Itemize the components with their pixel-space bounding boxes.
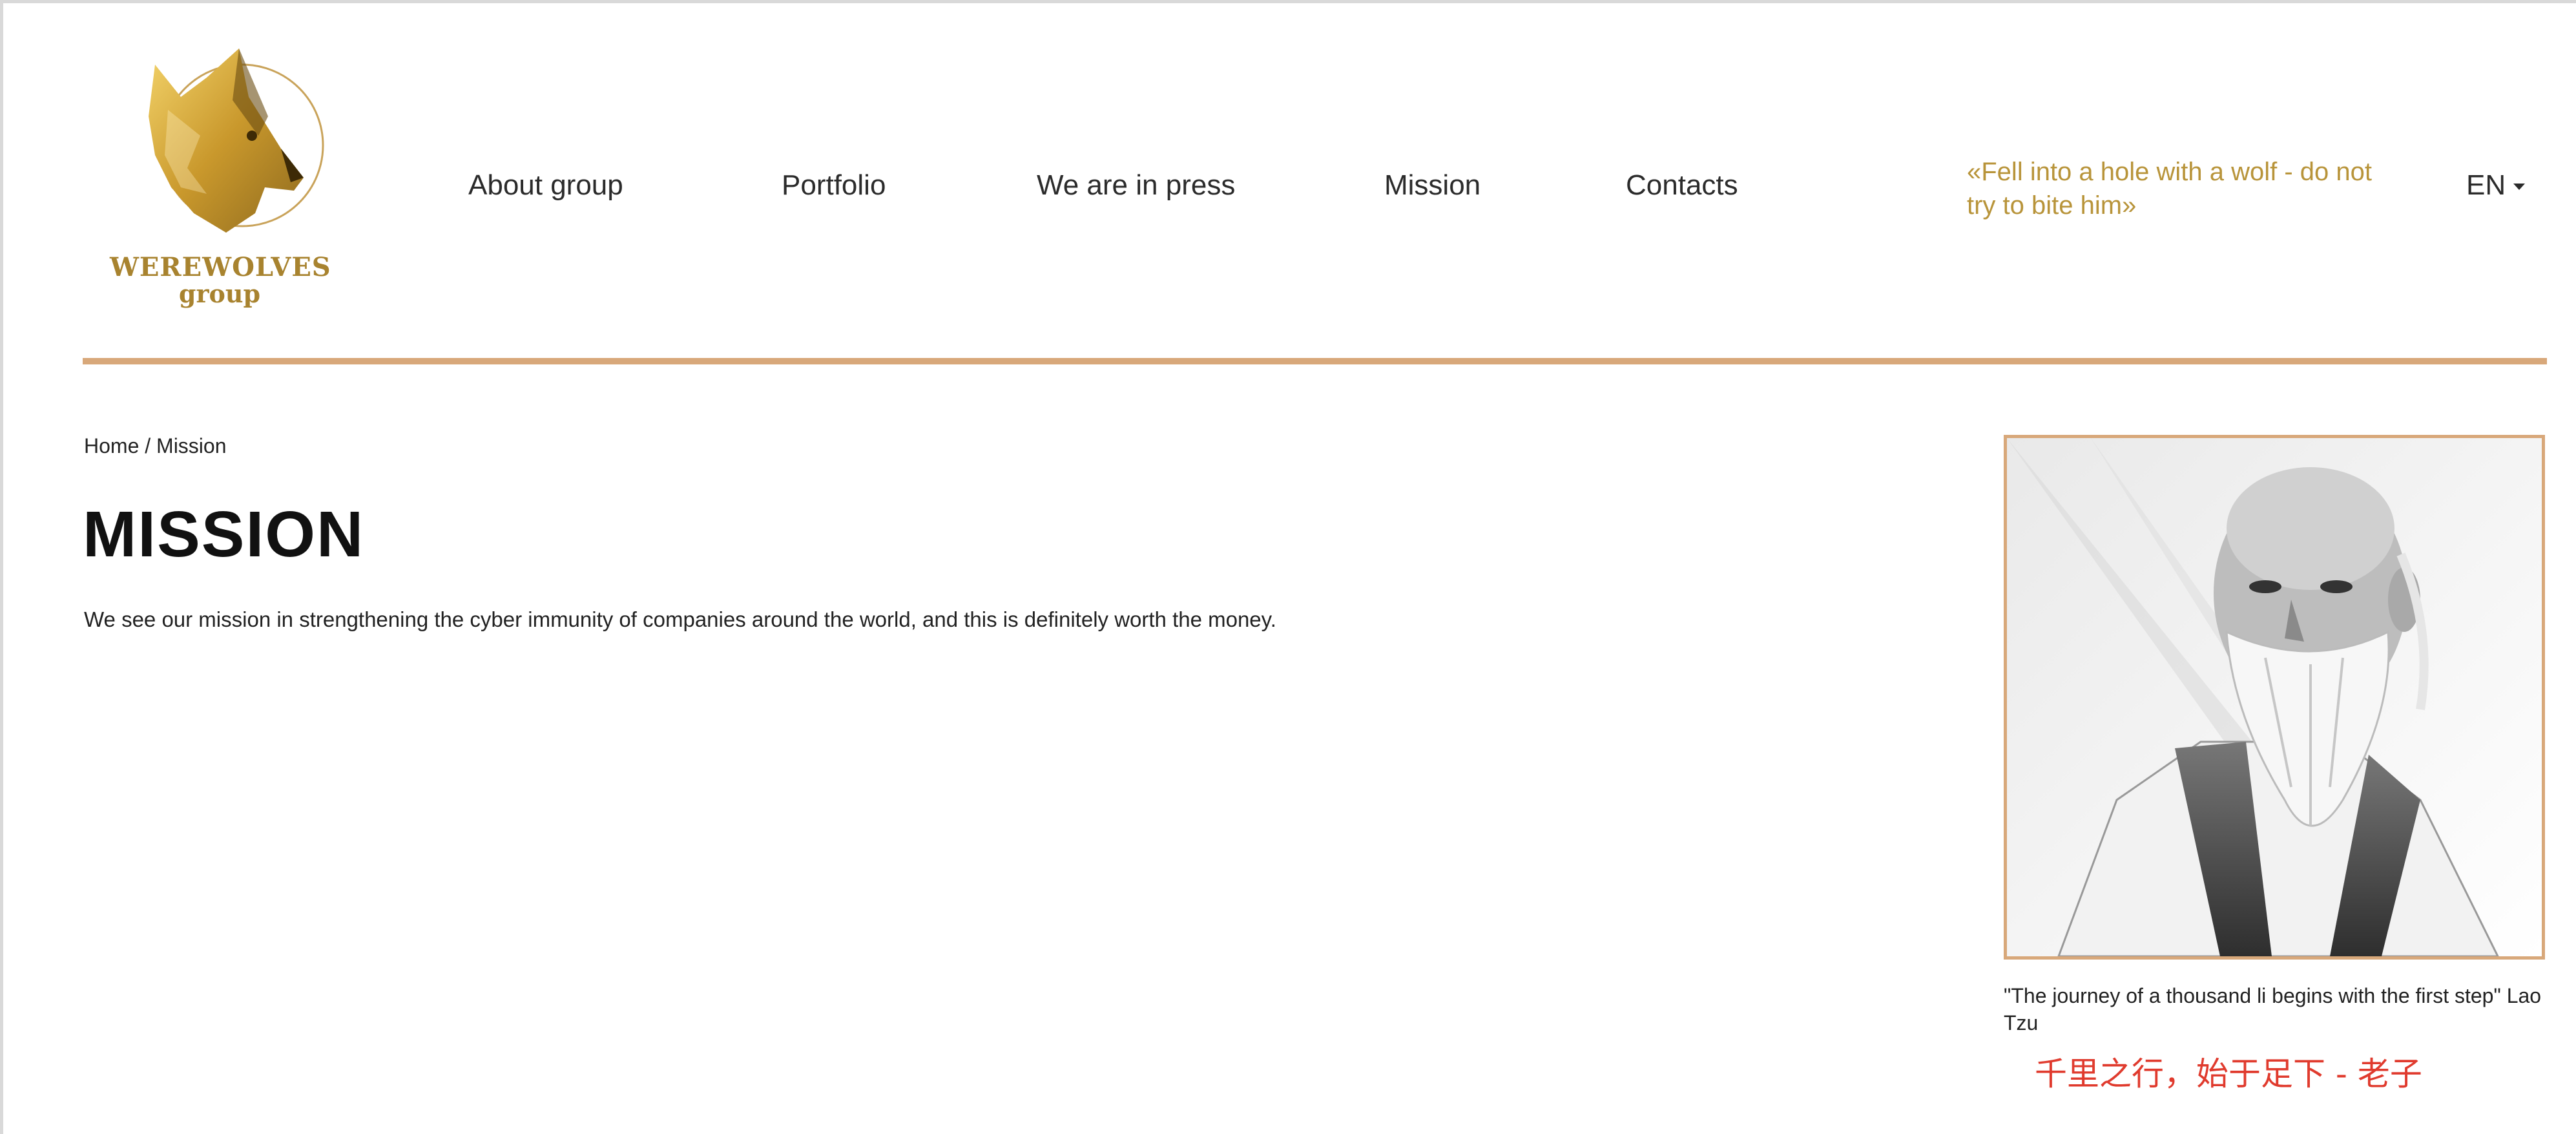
language-selector[interactable]: EN <box>2466 169 2526 202</box>
nav-contacts[interactable]: Contacts <box>1626 169 1738 202</box>
werewolves-logo[interactable]: WEREWOLVES group <box>110 39 331 317</box>
portrait-caption-chinese: 千里之行，始于足下 - 老子 <box>2035 1055 2422 1093</box>
portrait-image <box>2007 438 2542 956</box>
breadcrumb-home[interactable]: Home <box>84 434 139 457</box>
mission-text: We see our mission in strengthening the … <box>84 607 1276 631</box>
nav-about-group[interactable]: About group <box>468 169 623 202</box>
breadcrumb-current: Mission <box>156 434 227 457</box>
breadcrumb-separator: / <box>139 434 157 457</box>
logo-subtitle: group <box>178 279 261 308</box>
language-label: EN <box>2466 169 2506 201</box>
breadcrumb: Home / Mission <box>84 434 227 458</box>
logo-wordmark: WEREWOLVES <box>110 252 331 282</box>
portrait-caption: "The journey of a thousand li begins wit… <box>2004 984 2542 1034</box>
lao-tzu-portrait <box>2004 435 2545 960</box>
header-motto: «Fell into a hole with a wolf - do not t… <box>1967 158 2373 220</box>
wolf-head-icon <box>149 48 324 233</box>
caret-down-icon <box>2513 184 2526 191</box>
page-title: MISSION <box>83 498 365 571</box>
nav-we-are-in-press[interactable]: We are in press <box>1037 169 1235 202</box>
nav-portfolio[interactable]: Portfolio <box>782 169 886 202</box>
nav-mission[interactable]: Mission <box>1384 169 1480 202</box>
header-divider <box>83 358 2547 364</box>
